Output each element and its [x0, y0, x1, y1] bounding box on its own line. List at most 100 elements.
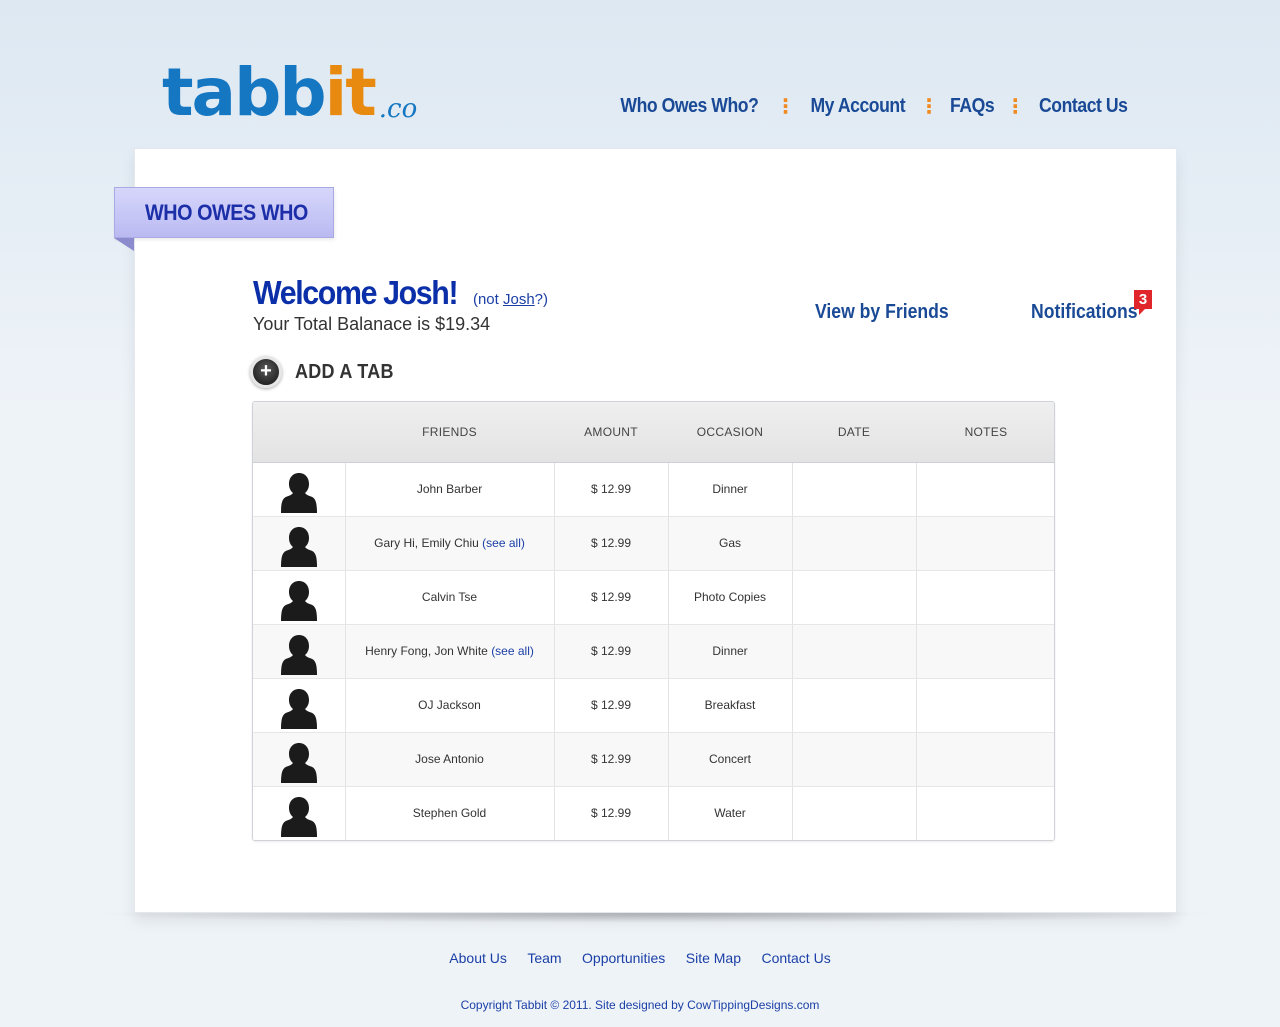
section-ribbon: WHO OWES WHO	[114, 187, 334, 238]
logo-text-it: it	[324, 54, 377, 131]
tabs-table: FRIENDS AMOUNT OCCASION DATE NOTES John …	[252, 401, 1055, 841]
tabbit-logo[interactable]: tabb it .co	[162, 56, 417, 126]
add-tab-label: ADD A TAB	[295, 360, 394, 383]
footer-opportunities[interactable]: Opportunities	[582, 950, 665, 966]
ribbon-fold	[114, 238, 134, 251]
nav-contact-us[interactable]: Contact Us	[1039, 95, 1128, 118]
friend-avatar-cell	[253, 570, 346, 625]
view-by-friends-link[interactable]: View by Friends	[815, 301, 949, 324]
nav-who-owes-who[interactable]: Who Owes Who?	[620, 95, 758, 118]
friends-names: John Barber	[416, 482, 483, 496]
notifications-link[interactable]: Notifications	[1031, 301, 1138, 324]
notes-cell	[916, 624, 1054, 679]
table-row[interactable]: OJ Jackson $ 12.99 Breakfast	[253, 678, 1054, 733]
date-cell	[792, 786, 917, 840]
table-row[interactable]: John Barber $ 12.99 Dinner	[253, 462, 1054, 517]
amount-cell: $ 12.99	[554, 624, 669, 679]
occasion-cell: Dinner	[668, 462, 793, 517]
welcome-block: Welcome Josh! (not Josh?) Your Total Bal…	[253, 274, 548, 335]
person-silhouette-icon	[279, 631, 319, 675]
see-all-link[interactable]: (see all)	[482, 536, 525, 550]
table-row[interactable]: Henry Fong, Jon White (see all) $ 12.99 Di…	[253, 624, 1054, 679]
amount-cell: $ 12.99	[554, 516, 669, 571]
amount-cell: $ 12.99	[554, 570, 669, 625]
amount-cell: $ 12.99	[554, 462, 669, 517]
occasion-cell: Concert	[668, 732, 793, 787]
not-user-prefix: (not	[472, 291, 503, 308]
plus-icon: +	[250, 356, 282, 388]
notifications-count-badge: 3	[1134, 290, 1152, 315]
person-silhouette-icon	[279, 523, 319, 567]
friends-cell: Calvin Tse	[345, 570, 555, 625]
see-all-link[interactable]: (see all)	[491, 644, 534, 658]
friend-avatar-cell	[253, 624, 346, 679]
date-cell	[792, 570, 917, 625]
footer-about-us[interactable]: About Us	[449, 950, 507, 966]
friend-avatar-cell	[253, 462, 346, 517]
friends-names: Jose Antonio	[415, 752, 484, 766]
friends-cell: Henry Fong, Jon White (see all)	[345, 624, 555, 679]
column-header-avatar	[253, 402, 345, 463]
logo-suffix: .co	[378, 94, 418, 124]
occasion-cell: Dinner	[668, 624, 793, 679]
footer-links: About Us Team Opportunities Site Map Con…	[0, 950, 1280, 968]
total-balance: Your Total Balanace is $19.34	[253, 314, 491, 334]
notes-cell	[916, 678, 1054, 733]
table-row[interactable]: Jose Antonio $ 12.99 Concert	[253, 732, 1054, 787]
table-row[interactable]: Gary Hi, Emily Chiu (see all) $ 12.99 Gas	[253, 516, 1054, 571]
top-navigation: Who Owes Who? ⋮ My Account ⋮ FAQs ⋮ Cont…	[611, 94, 1134, 119]
notes-cell	[916, 462, 1054, 517]
column-header-notes[interactable]: NOTES	[916, 402, 1054, 463]
friends-names: Gary Hi, Emily Chiu	[374, 536, 479, 550]
person-silhouette-icon	[279, 793, 319, 837]
footer-team[interactable]: Team	[527, 950, 561, 966]
date-cell	[792, 678, 917, 733]
switch-user-link[interactable]: Josh	[503, 291, 535, 308]
logo-text-tabb: tabb	[162, 54, 327, 131]
column-header-amount[interactable]: AMOUNT	[554, 402, 668, 463]
nav-separator: ⋮	[775, 96, 796, 118]
friends-cell: OJ Jackson	[345, 678, 555, 733]
friends-names: Stephen Gold	[412, 806, 487, 820]
notes-cell	[916, 786, 1054, 840]
occasion-cell: Breakfast	[668, 678, 793, 733]
nav-separator: ⋮	[1005, 96, 1026, 118]
friend-avatar-cell	[253, 786, 346, 840]
amount-cell: $ 12.99	[554, 786, 669, 840]
occasion-cell: Gas	[668, 516, 793, 571]
table-row[interactable]: Calvin Tse $ 12.99 Photo Copies	[253, 570, 1054, 625]
friends-names: Henry Fong, Jon White	[365, 644, 488, 658]
friends-names: OJ Jackson	[418, 698, 481, 712]
section-title: WHO OWES WHO	[145, 199, 308, 225]
friend-avatar-cell	[253, 516, 346, 571]
date-cell	[792, 462, 917, 517]
footer-contact-us[interactable]: Contact Us	[761, 950, 830, 966]
welcome-title: Welcome Josh!	[253, 274, 459, 311]
nav-my-account[interactable]: My Account	[810, 95, 905, 118]
column-header-date[interactable]: DATE	[792, 402, 916, 463]
person-silhouette-icon	[279, 469, 319, 513]
date-cell	[792, 516, 917, 571]
friend-avatar-cell	[253, 732, 346, 787]
friends-cell: Jose Antonio	[345, 732, 555, 787]
add-tab-button[interactable]: + ADD A TAB	[250, 356, 405, 388]
column-header-occasion[interactable]: OCCASION	[668, 402, 792, 463]
occasion-cell: Water	[668, 786, 793, 840]
table-header-row: FRIENDS AMOUNT OCCASION DATE NOTES	[253, 402, 1054, 463]
amount-cell: $ 12.99	[554, 678, 669, 733]
column-header-friends[interactable]: FRIENDS	[345, 402, 554, 463]
footer-site-map[interactable]: Site Map	[686, 950, 741, 966]
notes-cell	[916, 516, 1054, 571]
not-user-note: (not Josh?)	[473, 291, 548, 308]
date-cell	[792, 732, 917, 787]
amount-cell: $ 12.99	[554, 732, 669, 787]
nav-separator: ⋮	[919, 96, 940, 118]
not-user-suffix: ?)	[534, 291, 549, 308]
person-silhouette-icon	[279, 577, 319, 621]
table-row[interactable]: Stephen Gold $ 12.99 Water	[253, 786, 1054, 840]
occasion-cell: Photo Copies	[668, 570, 793, 625]
friends-cell: Stephen Gold	[345, 786, 555, 840]
nav-faqs[interactable]: FAQs	[950, 95, 995, 118]
copyright-text: Copyright Tabbit © 2011. Site designed b…	[460, 998, 820, 1012]
date-cell	[792, 624, 917, 679]
